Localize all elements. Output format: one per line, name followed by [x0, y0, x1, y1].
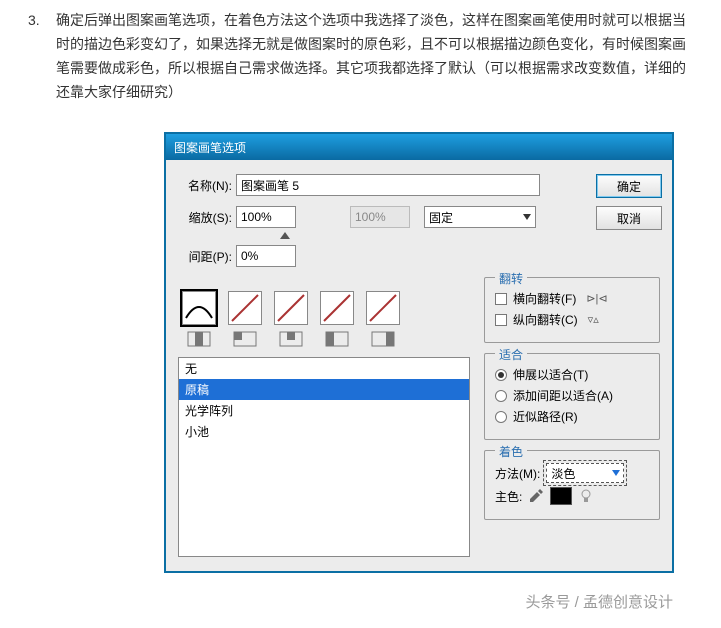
fit-stretch-radio[interactable]: 伸展以适合(T): [495, 366, 649, 383]
pattern-listbox[interactable]: 无 原稿 光学阵列 小池: [178, 357, 470, 557]
list-item[interactable]: 光学阵列: [179, 400, 469, 421]
fit-space-radio[interactable]: 添加间距以适合(A): [495, 387, 649, 404]
method-label: 方法(M):: [495, 465, 540, 482]
flip-h-icon: ⊳|⊲: [586, 292, 607, 305]
ok-button[interactable]: 确定: [596, 174, 662, 198]
tile-side[interactable]: [182, 291, 216, 325]
pattern-brush-options-dialog: 图案画笔选项 确定 取消 名称(N): 缩放(S): 固定: [164, 132, 674, 573]
tile-outer-corner[interactable]: [228, 291, 262, 325]
scale-input[interactable]: [236, 206, 296, 228]
tips-icon[interactable]: [578, 488, 594, 504]
titlebar[interactable]: 图案画笔选项: [166, 134, 672, 160]
end-tile-icon: [366, 329, 400, 349]
name-input[interactable]: [236, 174, 540, 196]
tile-row: [182, 291, 470, 325]
main-color-label: 主色:: [495, 488, 522, 505]
start-tile-icon: [320, 329, 354, 349]
method-dropdown[interactable]: 淡色: [546, 463, 624, 483]
gap-input[interactable]: [236, 245, 296, 267]
inner-corner-icon: [274, 329, 308, 349]
fit-approx-radio[interactable]: 近似路径(R): [495, 408, 649, 425]
gap-label: 间距(P):: [178, 248, 236, 265]
flip-title: 翻转: [495, 270, 527, 287]
color-group: 着色 方法(M): 淡色 主色:: [484, 450, 660, 520]
dialog-title: 图案画笔选项: [174, 139, 246, 156]
list-item[interactable]: 原稿: [179, 379, 469, 400]
instruction-text: 确定后弹出图案画笔选项，在着色方法这个选项中我选择了淡色，这样在图案画笔使用时就…: [56, 8, 693, 104]
tile-end[interactable]: [366, 291, 400, 325]
scale-input-2: [350, 206, 410, 228]
outer-corner-icon: [228, 329, 262, 349]
scale-label: 缩放(S):: [178, 209, 236, 226]
eyedropper-icon[interactable]: [528, 488, 544, 504]
tile-hints-row: [182, 329, 470, 349]
name-label: 名称(N):: [178, 177, 236, 194]
fit-title: 适合: [495, 346, 527, 363]
cancel-button[interactable]: 取消: [596, 206, 662, 230]
ordinal: 3.: [28, 8, 56, 104]
fit-group: 适合 伸展以适合(T) 添加间距以适合(A) 近似路径(R): [484, 353, 660, 440]
flip-v-icon: ▿▵: [588, 313, 599, 326]
tile-start[interactable]: [320, 291, 354, 325]
slider-thumb-icon[interactable]: [280, 232, 290, 239]
tile-inner-corner[interactable]: [274, 291, 308, 325]
flip-v-checkbox[interactable]: 纵向翻转(C) ▿▵: [495, 311, 649, 328]
list-item[interactable]: 小池: [179, 421, 469, 442]
watermark: 头条号 / 孟德创意设计: [0, 577, 721, 616]
scale-mode-dropdown[interactable]: 固定: [424, 206, 536, 228]
list-item[interactable]: 无: [179, 358, 469, 379]
flip-group: 翻转 横向翻转(F) ⊳|⊲ 纵向翻转(C) ▿▵: [484, 277, 660, 343]
main-color-swatch[interactable]: [550, 487, 572, 505]
color-title: 着色: [495, 443, 527, 460]
side-tile-icon: [182, 329, 216, 349]
flip-h-checkbox[interactable]: 横向翻转(F) ⊳|⊲: [495, 290, 649, 307]
